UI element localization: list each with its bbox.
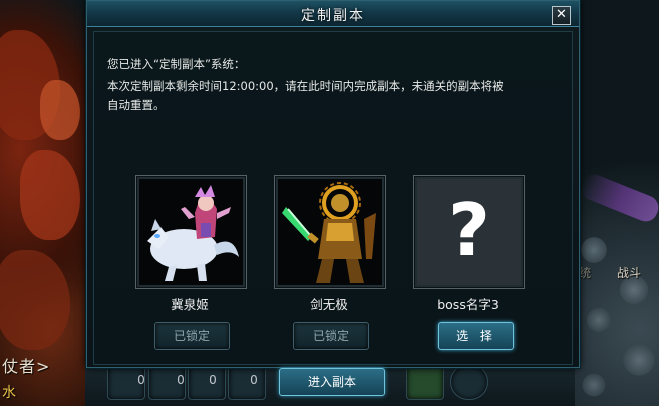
- boss-card-1[interactable]: [135, 175, 247, 289]
- white-wolf-rider-portrait: [139, 179, 243, 285]
- npc-name-label: 仗者>: [2, 357, 51, 376]
- boss-name-1: 冀泉姬: [171, 297, 209, 312]
- custom-dungeon-dialog: 定制副本 ✕ 您已进入“定制副本”系统： 本次定制副本剩余时间12:00:00，…: [86, 0, 580, 368]
- intro-text: 您已进入“定制副本”系统：: [107, 57, 246, 71]
- boss-portrait: [278, 179, 382, 285]
- dialog-title: 定制副本: [301, 8, 365, 24]
- hotbar-slot[interactable]: [406, 364, 444, 400]
- battle-label[interactable]: 战斗: [617, 264, 641, 281]
- close-button[interactable]: ✕: [552, 6, 571, 25]
- question-mark-icon: ?: [448, 188, 490, 272]
- enter-dungeon-button[interactable]: 进入副本: [279, 368, 385, 396]
- autumn-foliage: [0, 250, 70, 350]
- autumn-foliage: [40, 80, 80, 140]
- hotbar-count: 0: [209, 373, 217, 387]
- boss-card-2[interactable]: [274, 175, 386, 289]
- hotbar-count: 0: [137, 373, 145, 387]
- boss-2-locked-button: 已锁定: [293, 322, 369, 350]
- world-menu-label: 统: [579, 266, 592, 280]
- hotbar-slot[interactable]: [450, 364, 488, 400]
- reset-notice-text: 自动重置。: [107, 98, 165, 112]
- boss-name-2: 剑无极: [310, 297, 348, 312]
- boss-1-locked-button: 已锁定: [154, 322, 230, 350]
- hotbar-count: 0: [250, 373, 258, 387]
- boss-card-3[interactable]: ?: [413, 175, 525, 289]
- time-remaining-text: 本次定制副本剩余时间12:00:00，请在此时间内完成副本，未通关的副本将被: [107, 79, 504, 93]
- stone-path: [574, 220, 659, 406]
- dialog-titlebar: 定制副本 ✕: [87, 1, 579, 27]
- boss-name-3: boss名字3: [437, 297, 499, 312]
- select-boss-button[interactable]: 选 择: [438, 322, 514, 350]
- golden-sword-warrior-portrait: [278, 179, 382, 285]
- boss-portrait-placeholder: ?: [417, 179, 521, 285]
- autumn-foliage: [20, 150, 80, 240]
- skill-effect-streak: [578, 170, 659, 226]
- map-area-label: 水: [2, 385, 16, 401]
- hotbar-count: 0: [177, 373, 185, 387]
- boss-portrait: [139, 179, 243, 285]
